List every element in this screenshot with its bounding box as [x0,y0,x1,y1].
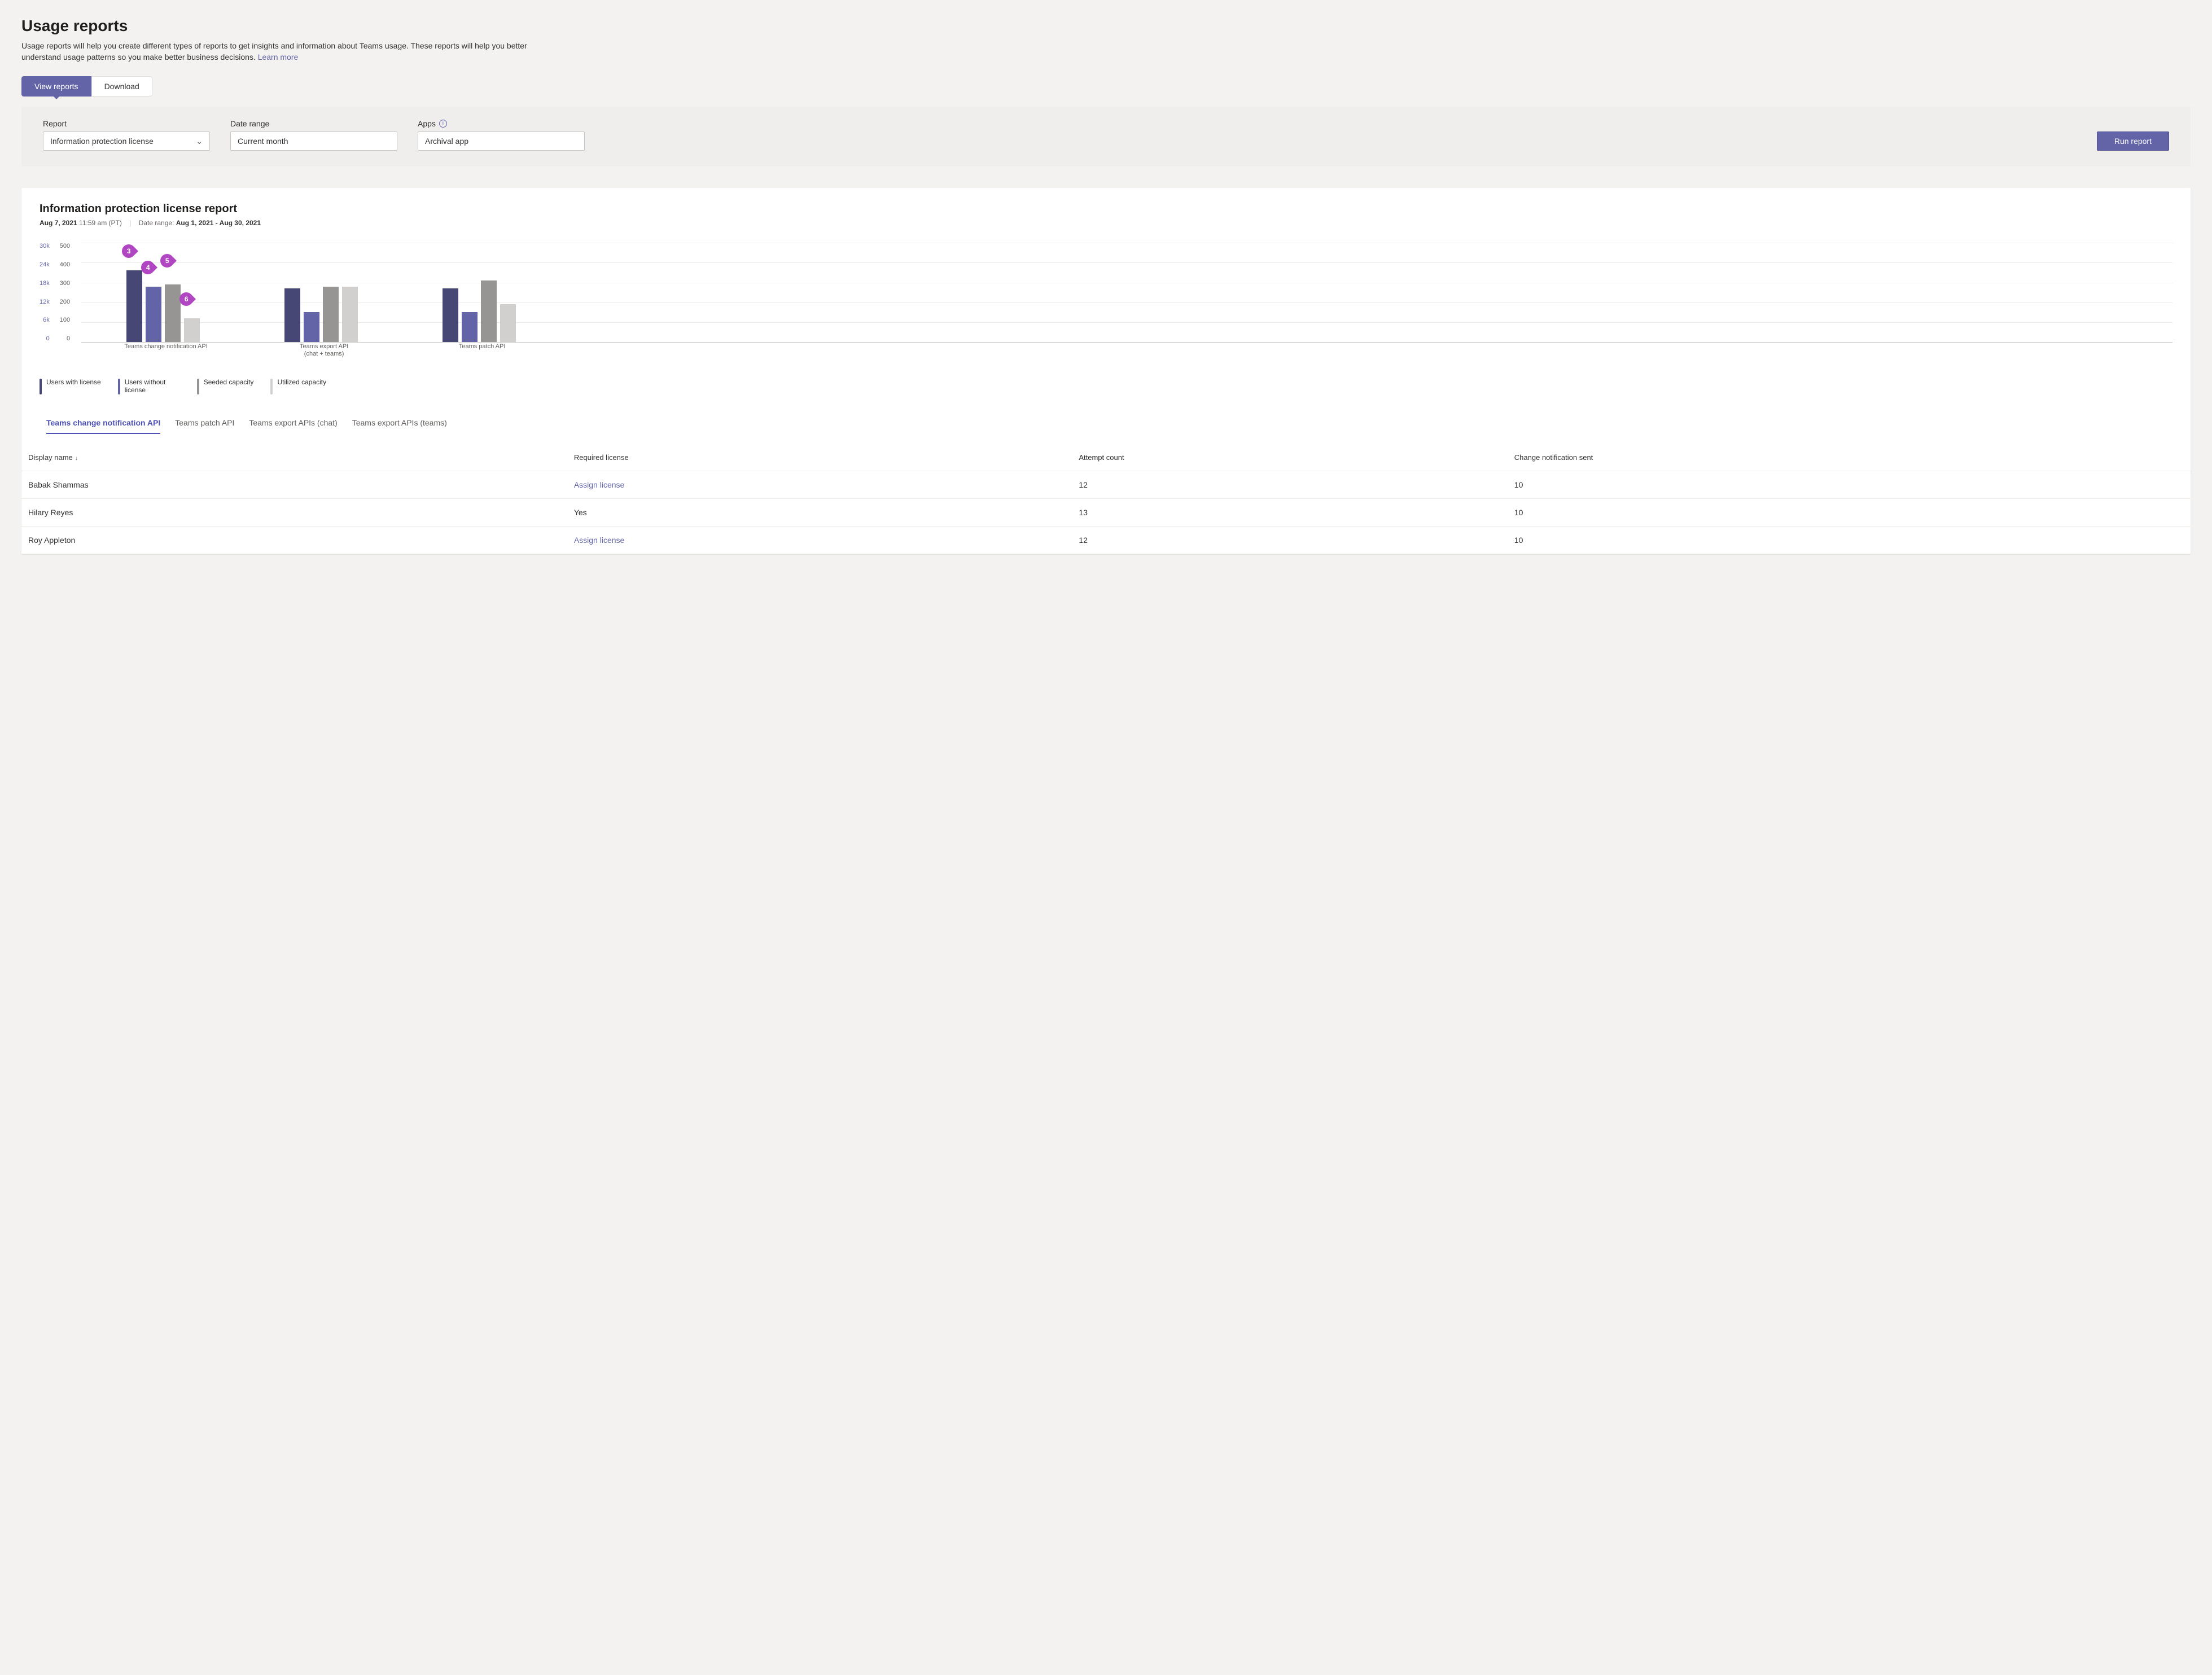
chart-cluster: Teams change notification API3456 [126,243,205,342]
assign-license-link[interactable]: Assign license [574,480,625,489]
chart-bar [481,280,497,342]
cell-change-notification-sent: 10 [1508,527,2191,554]
date-range-input[interactable]: Current month [230,131,397,151]
filters-panel: Report Information protection license ⌄ … [21,107,2191,166]
legend-label: Users without license [125,378,180,394]
cell-attempt-count: 13 [1072,499,1507,527]
cell-required-license: Assign license [567,471,1072,499]
apps-value: Archival app [425,137,468,146]
chart-bar [304,312,319,342]
chart-bar [443,288,458,342]
sub-tab[interactable]: Teams patch API [175,413,234,434]
legend-item: Users without license [118,378,180,394]
sort-icon: ↓ [75,455,78,462]
legend-swatch [118,379,120,394]
legend-label: Seeded capacity [204,378,254,386]
report-meta: Aug 7, 2021 11:59 am (PT) | Date range: … [40,219,2172,227]
chart-bar [165,284,181,342]
chart-bar [284,288,300,342]
chart-category-label: Teams change notification API [124,343,207,350]
legend-item: Seeded capacity [197,378,254,394]
field-apps: Apps i Archival app [418,119,585,151]
cell-change-notification-sent: 10 [1508,499,2191,527]
field-date-range: Date range Current month [230,119,397,151]
legend-swatch [270,379,273,394]
cell-required-license: Yes [567,499,1072,527]
date-range-value: Current month [238,137,288,146]
chart-legend: Users with license Users without license S… [21,356,2191,406]
y-axis-left: 30k24k18k12k6k0 [40,243,50,342]
legend-swatch [197,379,199,394]
chevron-down-icon: ⌄ [196,137,203,146]
chart-cluster: Teams export API(chat + teams) [284,243,363,342]
sub-tab[interactable]: Teams export APIs (chat) [249,413,337,434]
y-axis-right: 5004003002001000 [60,243,70,342]
sub-tab[interactable]: Teams export APIs (teams) [352,413,447,434]
table-header[interactable]: Change notification sent [1508,444,2191,471]
chart-bar [146,287,161,343]
table-row: Hilary ReyesYes1310 [21,499,2191,527]
learn-more-link[interactable]: Learn more [258,52,299,62]
tab-view-reports[interactable]: View reports [21,76,91,97]
legend-swatch [40,379,42,394]
legend-label: Users with license [46,378,101,386]
table-row: Roy Appleton Assign license 1210 [21,527,2191,554]
legend-item: Users with license [40,378,101,394]
run-report-button[interactable]: Run report [2097,131,2169,151]
report-card: Information protection license report Au… [21,188,2191,554]
report-dropdown-value: Information protection license [50,137,154,146]
sub-tabs: Teams change notification API Teams patch… [46,406,2166,434]
chart-annotation: 5 [157,251,177,270]
apps-input[interactable]: Archival app [418,131,585,151]
chart-category-label: Teams patch API [459,343,506,350]
chart-bar [184,318,200,342]
cell-display-name: Roy Appleton [21,527,567,554]
sub-tab[interactable]: Teams change notification API [46,413,160,434]
page-title: Usage reports [21,17,2191,35]
table-header[interactable]: Attempt count [1072,444,1507,471]
chart-annotation: 3 [119,242,138,261]
view-switch-tabs: View reports Download [21,76,2191,97]
chart-bar [323,287,339,343]
chart-bar [342,287,358,343]
chart-bar [462,312,478,342]
field-report: Report Information protection license ⌄ [43,119,210,151]
table-header[interactable]: Required license [567,444,1072,471]
chart-category-label: Teams export API(chat + teams) [300,343,348,358]
page-subtitle: Usage reports will help you create diffe… [21,41,529,63]
info-icon[interactable]: i [439,120,447,128]
legend-item: Utilized capacity [270,378,326,394]
chart-cluster: Teams patch API [443,243,522,342]
report-title: Information protection license report [40,203,2172,216]
cell-display-name: Babak Shammas [21,471,567,499]
chart-bar [500,304,516,342]
cell-change-notification-sent: 10 [1508,471,2191,499]
assign-license-link[interactable]: Assign license [574,536,625,545]
table-header[interactable]: Display name↓ [21,444,567,471]
cell-attempt-count: 12 [1072,471,1507,499]
plot-area: Teams change notification API3456 Teams e… [81,243,2172,356]
date-range-label: Date range [230,119,397,128]
table-row: Babak Shammas Assign license 1210 [21,471,2191,499]
legend-label: Utilized capacity [277,378,326,386]
apps-label: Apps i [418,119,585,128]
cell-required-license: Assign license [567,527,1072,554]
report-label: Report [43,119,210,128]
cell-display-name: Hilary Reyes [21,499,567,527]
data-table: Display name↓Required licenseAttempt cou… [21,444,2191,554]
chart: 30k24k18k12k6k0 5004003002001000 Teams c… [21,243,2191,356]
tab-download[interactable]: Download [91,76,152,97]
report-dropdown[interactable]: Information protection license ⌄ [43,131,210,151]
cell-attempt-count: 12 [1072,527,1507,554]
chart-bar [126,270,142,342]
